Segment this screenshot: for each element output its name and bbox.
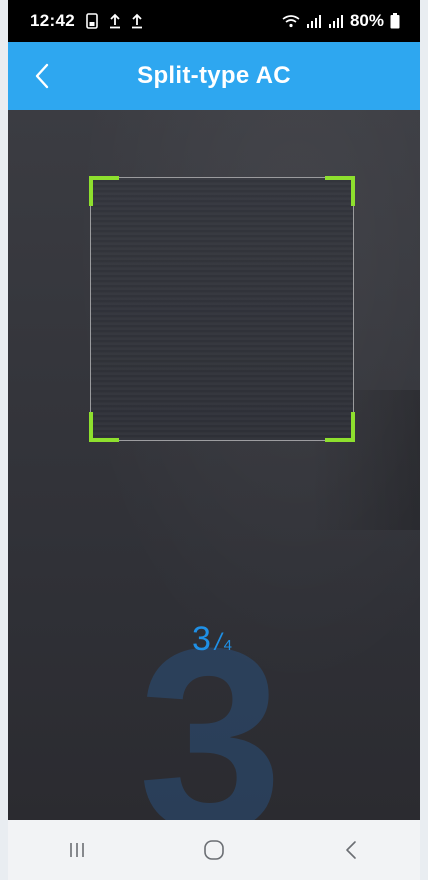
app-header: Split-type AC [8, 42, 420, 110]
nav-back-button[interactable] [321, 828, 381, 872]
status-bar: 12:42 80% [8, 0, 420, 42]
recent-apps-icon [69, 843, 84, 857]
step-separator: / [214, 629, 222, 656]
step-counter: 3 / 4 [192, 620, 232, 659]
step-total: 4 [223, 637, 232, 654]
battery-icon [390, 13, 400, 29]
system-nav-bar [8, 820, 420, 880]
chevron-left-icon [35, 63, 49, 89]
scan-corner-top-left [89, 176, 119, 206]
signal-icon [306, 14, 322, 28]
phone-storage-icon [85, 13, 99, 29]
status-right: 80% [282, 11, 400, 31]
battery-percent: 80% [349, 11, 384, 30]
upload-icon [131, 13, 143, 29]
status-time: 12:42 [30, 11, 75, 30]
home-icon [204, 840, 224, 860]
wifi-icon [282, 14, 300, 28]
page-title: Split-type AC [137, 62, 291, 89]
back-button[interactable] [18, 52, 66, 100]
scan-frame [89, 176, 355, 442]
status-left: 12:42 [30, 11, 143, 31]
signal-icon [328, 14, 344, 28]
home-button[interactable] [184, 828, 244, 872]
camera-preview: 3 3 / 4 [8, 110, 420, 820]
scan-corner-bottom-left [89, 412, 119, 442]
back-icon [346, 841, 357, 859]
recent-apps-button[interactable] [47, 828, 107, 872]
phone-screen: 12:42 80% Split-type AC 3 3 / 4 [8, 0, 420, 880]
step-current: 3 [192, 620, 211, 658]
scan-corner-top-right [325, 176, 355, 206]
scan-corner-bottom-right [325, 412, 355, 442]
upload-icon [109, 13, 121, 29]
